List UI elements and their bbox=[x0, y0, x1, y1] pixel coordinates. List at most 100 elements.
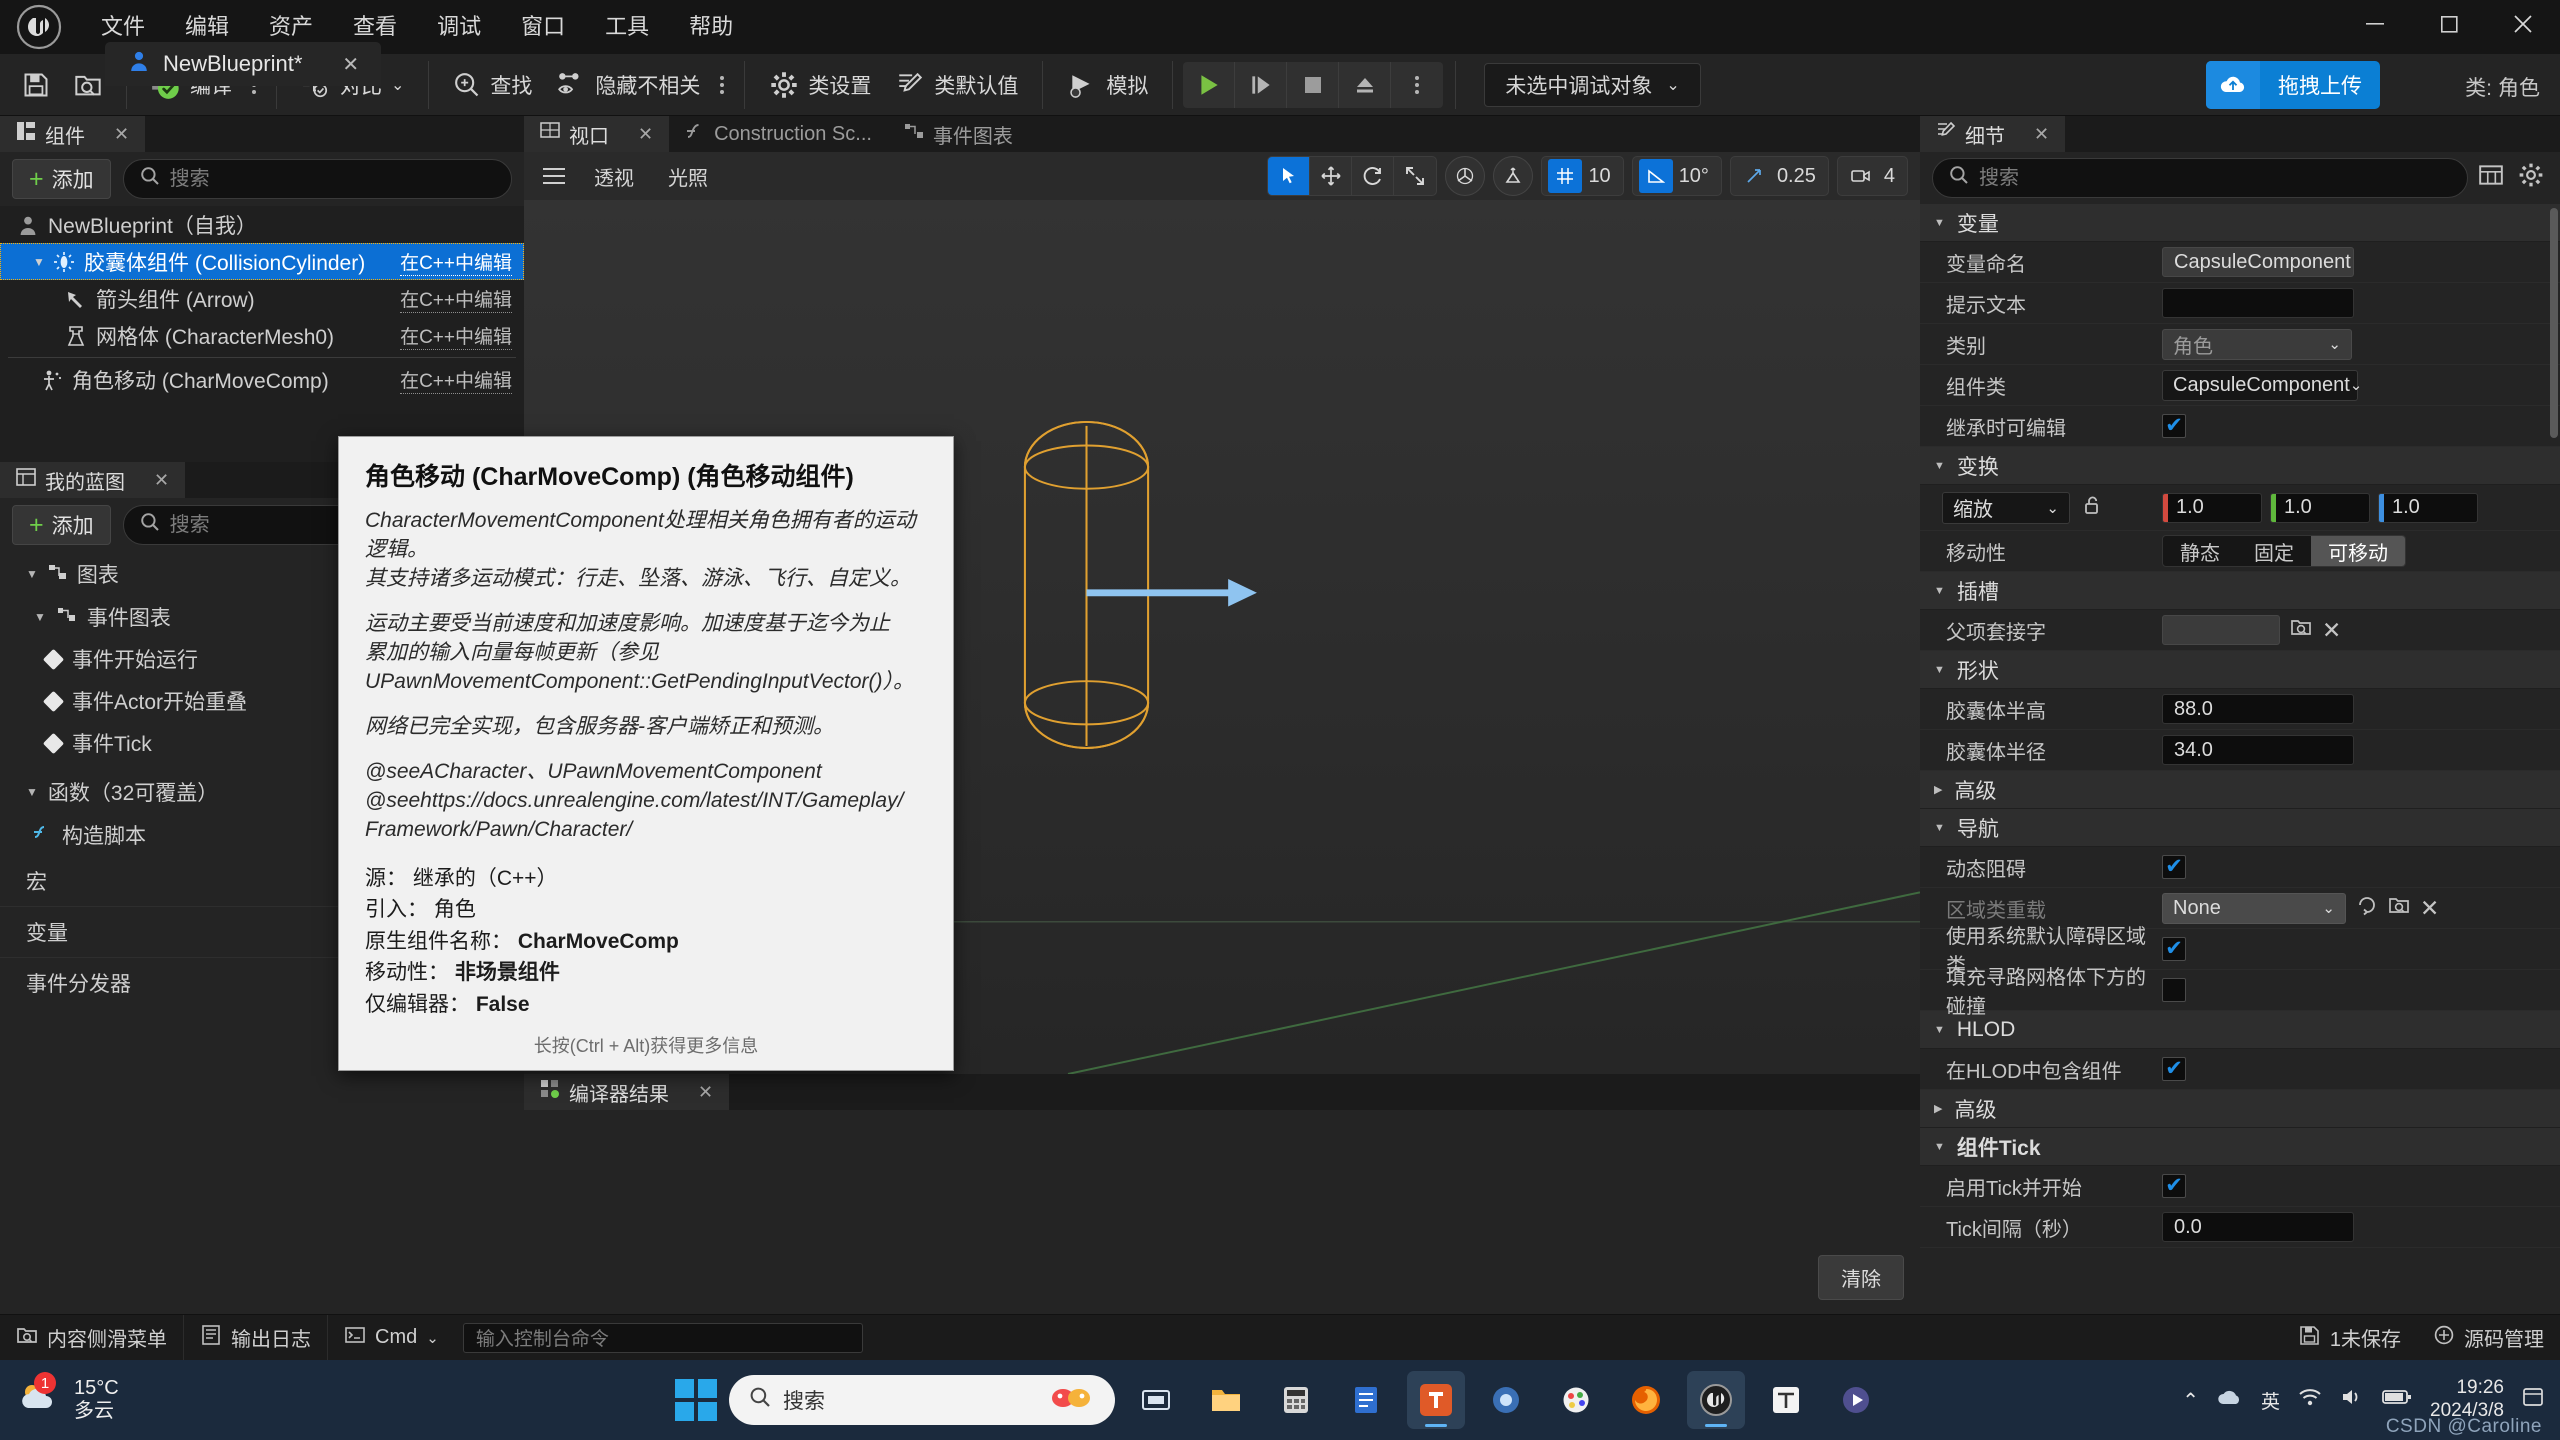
scale-snap-icon[interactable] bbox=[1737, 159, 1771, 193]
world-space-icon[interactable] bbox=[1445, 156, 1486, 196]
class-defaults-button[interactable]: 类默认值 bbox=[883, 61, 1030, 109]
capsule-half-height-field[interactable]: 88.0 bbox=[2162, 694, 2354, 724]
parent-socket-field[interactable] bbox=[2162, 615, 2280, 645]
category-navigation[interactable]: ▼ 导航 bbox=[1920, 809, 2560, 847]
grid-snap-group[interactable]: 10 bbox=[1541, 156, 1624, 196]
components-search-input[interactable] bbox=[169, 167, 495, 191]
category-shape[interactable]: ▼ 形状 bbox=[1920, 651, 2560, 689]
expand-caret-icon[interactable]: ▼ bbox=[1934, 1141, 1945, 1153]
document-tab-close-icon[interactable]: ✕ bbox=[342, 52, 359, 77]
class-settings-button[interactable]: 类设置 bbox=[757, 61, 883, 109]
content-drawer-button[interactable]: 内容侧滑菜单 bbox=[0, 1314, 184, 1361]
details-search-input[interactable] bbox=[1979, 166, 2451, 190]
expand-caret-icon[interactable]: ▼ bbox=[1934, 460, 1945, 472]
tab-my-blueprint[interactable]: 我的蓝图 ✕ bbox=[0, 462, 186, 498]
calculator-icon[interactable] bbox=[1267, 1371, 1325, 1429]
menu-debug[interactable]: 调试 bbox=[420, 6, 498, 48]
firefox-icon[interactable] bbox=[1617, 1371, 1675, 1429]
category-advanced-hlod[interactable]: ▶ 高级 bbox=[1920, 1090, 2560, 1128]
details-search-box[interactable] bbox=[1932, 158, 2468, 198]
capsule-radius-field[interactable]: 34.0 bbox=[2162, 735, 2354, 765]
expand-caret-icon[interactable]: ▼ bbox=[28, 255, 50, 269]
scale-z-field[interactable]: 1.0 bbox=[2378, 492, 2478, 523]
my-blueprint-tab-close-icon[interactable]: ✕ bbox=[154, 470, 169, 491]
tooltip-text-field[interactable] bbox=[2162, 288, 2354, 318]
tab-viewport[interactable]: 视口 ✕ bbox=[524, 116, 670, 152]
maximize-button[interactable] bbox=[2412, 0, 2486, 48]
text-editor-icon[interactable] bbox=[1757, 1371, 1815, 1429]
scale-tool-icon[interactable] bbox=[1394, 157, 1436, 195]
edit-in-cpp-link[interactable]: 在C++中编辑 bbox=[400, 248, 512, 276]
collapse-caret-icon[interactable]: ▶ bbox=[1934, 783, 1942, 796]
category-variable[interactable]: ▼ 变量 bbox=[1920, 204, 2560, 242]
tree-row-newblueprint[interactable]: NewBlueprint（自我） bbox=[0, 206, 524, 243]
category-advanced-shape[interactable]: ▶ 高级 bbox=[1920, 771, 2560, 809]
fill-collision-under-navmesh-checkbox[interactable] bbox=[2162, 978, 2186, 1002]
grid-snap-icon[interactable] bbox=[1548, 159, 1583, 193]
dynamic-obstacle-checkbox[interactable] bbox=[2162, 855, 2186, 879]
play-options-button[interactable] bbox=[1391, 62, 1443, 108]
details-tab-close-icon[interactable]: ✕ bbox=[2034, 124, 2049, 145]
clear-button[interactable]: 清除 bbox=[1818, 1255, 1904, 1300]
viewport-perspective-button[interactable]: 透视 bbox=[580, 157, 648, 196]
notes-icon[interactable] bbox=[1337, 1371, 1395, 1429]
find-button[interactable]: 查找 bbox=[441, 61, 544, 109]
viewport-menu-icon[interactable] bbox=[534, 159, 574, 193]
media-player-icon[interactable] bbox=[1827, 1371, 1885, 1429]
scale-snap-group[interactable]: 0.25 bbox=[1729, 156, 1829, 196]
category-sockets[interactable]: ▼ 插槽 bbox=[1920, 572, 2560, 610]
rotate-tool-icon[interactable] bbox=[1352, 157, 1395, 195]
expand-caret-icon[interactable]: ▼ bbox=[1934, 1024, 1945, 1036]
collapse-caret-icon[interactable]: ▶ bbox=[1934, 1102, 1942, 1115]
tab-components[interactable]: 组件 ✕ bbox=[0, 116, 146, 152]
expand-caret-icon[interactable]: ▼ bbox=[1934, 217, 1945, 229]
tick-interval-field[interactable]: 0.0 bbox=[2162, 1212, 2354, 1242]
play-button[interactable] bbox=[1183, 61, 1236, 108]
output-log-button[interactable]: 输出日志 bbox=[184, 1314, 328, 1361]
console-command-input[interactable]: 输入控制台命令 bbox=[462, 1322, 863, 1353]
tree-row-capsule-component[interactable]: ▼ 胶囊体组件 (CollisionCylinder) 在C++中编辑 bbox=[0, 243, 524, 280]
menu-tools[interactable]: 工具 bbox=[588, 6, 666, 48]
eject-button[interactable] bbox=[1339, 61, 1392, 108]
scale-snap-value[interactable]: 0.25 bbox=[1777, 165, 1822, 188]
mobility-movable[interactable]: 可移动 bbox=[2311, 536, 2405, 566]
details-scrollbar[interactable] bbox=[2550, 208, 2558, 438]
debug-target-dropdown[interactable]: 未选中调试对象 ⌄ bbox=[1484, 62, 1701, 107]
category-component-tick[interactable]: ▼ 组件Tick bbox=[1920, 1128, 2560, 1166]
add-component-button[interactable]: + 添加 bbox=[12, 159, 111, 199]
taskbar-search-box[interactable]: 搜索 bbox=[729, 1375, 1115, 1425]
surface-snap-icon[interactable] bbox=[1493, 156, 1534, 196]
unreal-editor-icon[interactable] bbox=[1687, 1371, 1745, 1429]
tab-details[interactable]: 细节 ✕ bbox=[1920, 116, 2066, 152]
add-blueprint-item-button[interactable]: + 添加 bbox=[12, 505, 111, 545]
volume-icon[interactable] bbox=[2340, 1387, 2364, 1413]
unreal-logo-icon[interactable] bbox=[0, 0, 78, 54]
menu-window[interactable]: 窗口 bbox=[504, 6, 582, 48]
start-button-icon[interactable] bbox=[675, 1379, 717, 1421]
task-view-icon[interactable] bbox=[1127, 1371, 1185, 1429]
cmd-dropdown-button[interactable]: Cmd ⌄ bbox=[328, 1315, 455, 1361]
column-layout-icon[interactable] bbox=[2478, 162, 2504, 194]
select-tool-icon[interactable] bbox=[1268, 157, 1311, 195]
mobility-static[interactable]: 静态 bbox=[2163, 536, 2237, 566]
save-button[interactable] bbox=[10, 61, 62, 109]
components-search-box[interactable] bbox=[122, 159, 512, 199]
ime-language-indicator[interactable]: 英 bbox=[2261, 1387, 2280, 1414]
compiler-tab-close-icon[interactable]: ✕ bbox=[698, 1082, 713, 1103]
weather-widget[interactable]: 1 15°C 多云 bbox=[0, 1372, 119, 1426]
include-in-hlod-checkbox[interactable] bbox=[2162, 1057, 2186, 1081]
camera-speed-value[interactable]: 4 bbox=[1884, 165, 1901, 188]
notification-center-icon[interactable] bbox=[2522, 1386, 2544, 1414]
expand-caret-icon[interactable]: ▼ bbox=[26, 785, 38, 799]
clear-icon[interactable]: ✕ bbox=[2420, 896, 2439, 920]
close-button[interactable] bbox=[2486, 0, 2560, 48]
drag-upload-button[interactable]: 拖拽上传 bbox=[2206, 61, 2380, 109]
edit-in-cpp-link[interactable]: 在C++中编辑 bbox=[400, 285, 512, 313]
unsaved-button[interactable]: 1未保存 bbox=[2283, 1315, 2417, 1361]
mobility-stationary[interactable]: 固定 bbox=[2237, 536, 2311, 566]
step-button[interactable] bbox=[1235, 61, 1288, 108]
expand-caret-icon[interactable]: ▼ bbox=[1934, 585, 1945, 597]
component-class-combo[interactable]: CapsuleComponent ⌄ bbox=[2162, 369, 2362, 401]
browser-icon[interactable] bbox=[1477, 1371, 1535, 1429]
use-default-area-class-checkbox[interactable] bbox=[2162, 937, 2186, 961]
